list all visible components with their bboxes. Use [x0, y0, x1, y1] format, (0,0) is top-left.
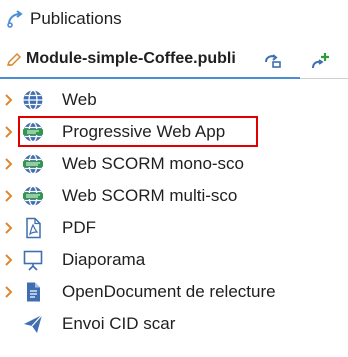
tree-item-pdf[interactable]: PDF — [0, 212, 348, 244]
module-name: Module-simple-Coffee.publi — [26, 50, 236, 67]
expand-chevron-icon[interactable] — [3, 125, 15, 139]
module-tab[interactable]: Module-simple-Coffee.publi — [0, 40, 348, 79]
send-icon — [22, 313, 44, 335]
tree-item-label: Web SCORM multi-sco — [62, 186, 238, 205]
expand-chevron-icon[interactable] — [3, 253, 15, 267]
tree-item-envoi-cid-scar[interactable]: Envoi CID scar — [0, 308, 348, 340]
tree-item-web[interactable]: Web — [0, 84, 348, 116]
scorm-globe-icon — [22, 153, 44, 175]
presentation-icon — [22, 249, 44, 271]
tree-item-label: Progressive Web App — [62, 122, 226, 141]
tree-item-label: OpenDocument de relecture — [62, 282, 276, 301]
tree-item-opendocument-de-relecture[interactable]: OpenDocument de relecture — [0, 276, 348, 308]
open-action-icon[interactable] — [262, 50, 284, 72]
pwa-globe-icon — [22, 121, 44, 143]
expand-chevron-icon[interactable] — [3, 93, 15, 107]
scorm-globe-icon — [22, 185, 44, 207]
globe-icon — [22, 89, 44, 111]
tree-item-progressive-web-app[interactable]: Progressive Web App — [0, 116, 348, 148]
module-pencil-icon — [6, 52, 22, 68]
pdf-icon — [22, 217, 44, 239]
add-action-icon[interactable] — [310, 50, 332, 72]
tree-item-label: Web SCORM mono-sco — [62, 154, 245, 173]
expand-chevron-icon[interactable] — [3, 157, 15, 171]
tree-item-label: Diaporama — [62, 250, 146, 269]
tab-divider — [300, 78, 348, 79]
expand-chevron-icon[interactable] — [3, 189, 15, 203]
tree-item-label: PDF — [62, 218, 96, 237]
panel-header: Publications — [0, 0, 348, 38]
tree-item-web-scorm-multi-sco[interactable]: Web SCORM multi-sco — [0, 180, 348, 212]
tree-item-label: Web — [62, 90, 97, 109]
publications-tree: Web Progressive Web App Web SCORM mono-s… — [0, 84, 348, 340]
expand-chevron-icon[interactable] — [3, 221, 15, 235]
active-tab-indicator — [0, 77, 300, 79]
panel-title: Publications — [30, 9, 122, 28]
expand-chevron-icon[interactable] — [3, 285, 15, 299]
document-icon — [22, 281, 44, 303]
tree-item-label: Envoi CID scar — [62, 314, 176, 333]
publications-panel: Publications Module-simple-Coffee.publi — [0, 0, 348, 357]
tree-item-web-scorm-mono-sco[interactable]: Web SCORM mono-sco — [0, 148, 348, 180]
tree-item-diaporama[interactable]: Diaporama — [0, 244, 348, 276]
publications-icon — [6, 10, 24, 28]
